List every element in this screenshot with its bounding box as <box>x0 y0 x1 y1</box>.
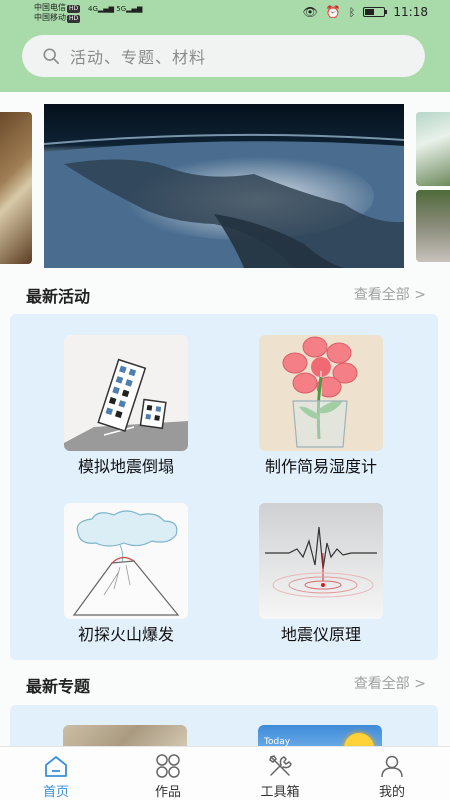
tab-label: 我的 <box>378 785 405 800</box>
tools-icon <box>269 755 292 776</box>
activities-panel: 模拟地震倒塌 制作简易湿度计 初探火山爆发 地震仪原理 <box>10 314 438 660</box>
eye-icon: 👁 <box>302 5 318 19</box>
view-all-activities-link[interactable]: 查看全部 > <box>354 284 426 304</box>
tab-mine[interactable]: 我的 <box>362 753 422 800</box>
search-input[interactable]: 活动、专题、材料 <box>22 35 425 77</box>
activity-card[interactable]: 制作简易湿度计 <box>258 335 384 477</box>
tab-toolbox[interactable]: 工具箱 <box>250 753 310 800</box>
search-placeholder: 活动、专题、材料 <box>70 48 207 67</box>
activity-title: 地震仪原理 <box>280 625 361 644</box>
volcano-image <box>64 503 188 619</box>
carrier-info: 中国电信 HD 中国移动 HD <box>34 3 81 23</box>
flower-in-glass-image <box>259 335 383 451</box>
activity-card[interactable]: 初探火山爆发 <box>63 503 189 645</box>
hd-badge-2: HD <box>67 15 81 23</box>
section-title-topics: 最新专题 <box>26 677 91 696</box>
banner-next-image-2[interactable] <box>416 190 450 262</box>
banner-main-image[interactable] <box>44 104 404 268</box>
header: 中国电信 HD 中国移动 HD 4G▂▄▆ 5G▂▄▆ 👁 ⏰ ᛒ 11:18 活动… <box>0 0 450 92</box>
hd-badge-1: HD <box>67 5 81 13</box>
seismograph-image <box>259 503 383 619</box>
earth-from-space-image <box>44 104 404 268</box>
home-icon <box>45 756 67 777</box>
activity-title: 初探火山爆发 <box>77 625 174 644</box>
tab-home[interactable]: 首页 <box>26 753 86 800</box>
tab-label: 工具箱 <box>260 785 300 800</box>
status-time: 11:18 <box>393 5 428 19</box>
battery-icon <box>363 7 388 17</box>
signal-indicators: 4G▂▄▆ 5G▂▄▆ <box>88 5 142 13</box>
activity-title: 制作简易湿度计 <box>264 457 377 476</box>
grid-icon <box>156 754 180 778</box>
bluetooth-icon: ᛒ <box>348 5 356 19</box>
collapsing-building-image <box>64 335 188 451</box>
banner-next-image[interactable] <box>416 112 450 186</box>
tab-label: 首页 <box>42 785 69 800</box>
activity-card[interactable]: 模拟地震倒塌 <box>63 335 189 477</box>
activity-card[interactable]: 地震仪原理 <box>258 503 384 645</box>
banner-prev-image[interactable] <box>0 112 32 264</box>
activity-title: 模拟地震倒塌 <box>77 457 174 476</box>
signal-5g: 5G <box>116 5 127 13</box>
carrier-1: 中国电信 <box>34 3 66 12</box>
section-title-activities: 最新活动 <box>26 287 91 306</box>
signal-4g: 4G <box>88 5 98 13</box>
carrier-2: 中国移动 <box>34 13 66 22</box>
alarm-icon: ⏰ <box>325 5 341 19</box>
tab-works[interactable]: 作品 <box>138 753 198 800</box>
search-icon <box>43 48 60 65</box>
bottom-tab-bar: 首页 作品 工具箱 我的 <box>0 746 450 800</box>
user-icon <box>381 755 403 778</box>
view-all-topics-link[interactable]: 查看全部 > <box>354 673 426 693</box>
tab-label: 作品 <box>154 785 181 800</box>
signal-bars-icon: ▂▄▆ <box>97 5 115 13</box>
status-right: 👁 ⏰ ᛒ 11:18 <box>303 5 428 19</box>
signal-bars-icon-2: ▂▄▆ <box>126 5 143 13</box>
banner-carousel[interactable] <box>0 96 450 276</box>
status-bar: 中国电信 HD 中国移动 HD 4G▂▄▆ 5G▂▄▆ 👁 ⏰ ᛒ 11:18 <box>0 0 450 28</box>
